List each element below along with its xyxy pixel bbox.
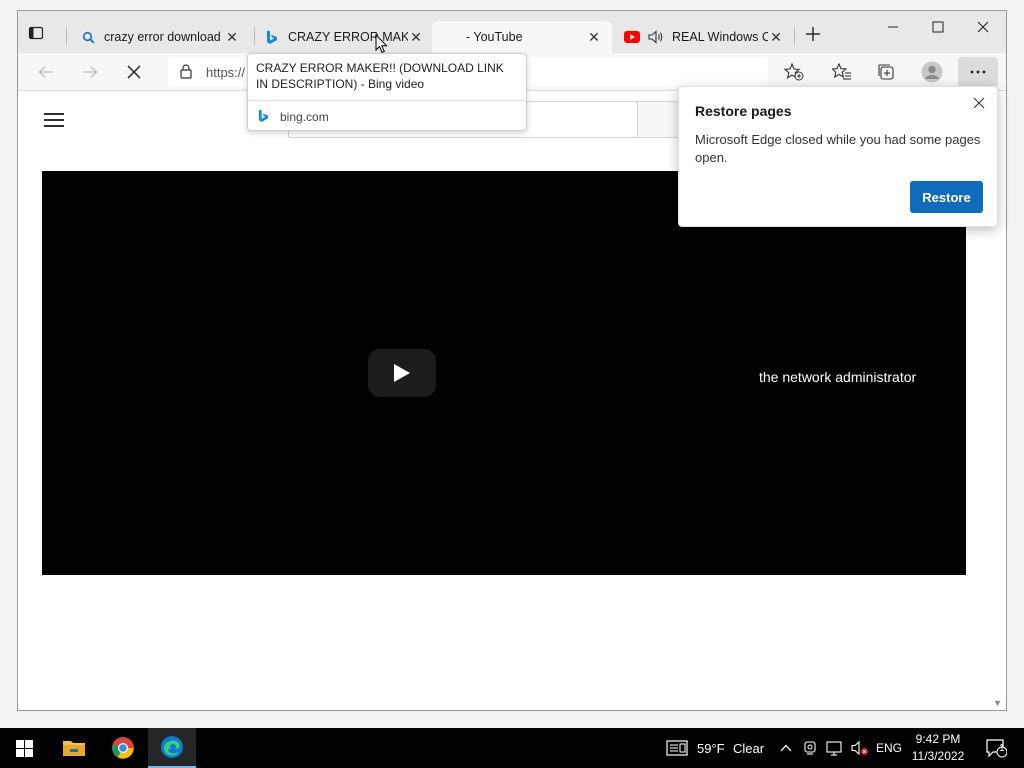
stop-loading-icon[interactable] (120, 60, 148, 84)
speaker-icon[interactable] (648, 29, 664, 45)
tab-bar: crazy error download ✕ CRAZY ERROR MAKER… (18, 11, 1006, 53)
video-player[interactable]: the network administrator (42, 171, 966, 575)
chrome-icon[interactable] (99, 728, 147, 768)
close-tab-icon[interactable]: ✕ (224, 29, 240, 45)
tab-actions-icon[interactable] (28, 25, 44, 41)
clock-time: 9:42 PM (915, 732, 961, 746)
settings-more-icon[interactable] (958, 57, 998, 87)
notification-center-icon[interactable]: 1 (976, 728, 1016, 768)
tab-separator (794, 27, 795, 45)
maximize-icon[interactable] (920, 15, 956, 39)
chevron-up-icon[interactable] (776, 728, 796, 768)
menu-hamburger-icon[interactable] (44, 113, 64, 127)
tab-separator (66, 27, 67, 45)
windows-taskbar: 59°F Clear ENG 9:42 PM 11/3/2022 1 (0, 728, 1024, 768)
bing-icon (258, 109, 272, 123)
restore-dialog-message: Microsoft Edge closed while you had some… (695, 132, 981, 165)
language-indicator[interactable]: ENG (876, 741, 902, 755)
volume-muted-icon[interactable] (849, 728, 871, 768)
tab-title: - YouTube (466, 30, 523, 44)
desktop-background (0, 0, 1024, 10)
player-error-message: the network administrator (759, 369, 917, 385)
search-icon (80, 29, 96, 45)
new-tab-icon[interactable] (804, 25, 822, 43)
file-explorer-icon[interactable] (50, 728, 98, 768)
restore-dialog-title: Restore pages (695, 103, 792, 119)
tab-search[interactable]: crazy error download ✕ (70, 21, 250, 53)
tab-youtube-active[interactable]: - YouTube ✕ (432, 21, 612, 53)
address-url: https:// (206, 65, 246, 80)
weather-temperature[interactable]: 59°F (697, 741, 725, 756)
back-icon[interactable] (32, 60, 60, 84)
close-dialog-icon[interactable] (969, 93, 989, 113)
hover-card-site: bing.com (280, 110, 329, 124)
tab-youtube-playing[interactable]: REAL Windows Crash ✕ (614, 21, 794, 53)
play-button-icon[interactable] (368, 349, 436, 397)
blank-favicon (442, 29, 458, 45)
desktop-background-left (0, 0, 17, 728)
tab-hover-card: CRAZY ERROR MAKER!! (DOWNLOAD LINK IN DE… (247, 53, 527, 131)
close-tab-icon[interactable]: ✕ (408, 29, 424, 45)
notification-count: 1 (999, 743, 1005, 754)
hover-card-divider (248, 100, 526, 101)
desktop-background-bottom (0, 711, 1024, 728)
tab-title: CRAZY ERROR MAKER!! (DOWNLOAD LINK IN DE… (288, 30, 408, 44)
mouse-cursor-icon (375, 33, 388, 57)
clock-date: 11/3/2022 (911, 749, 965, 763)
weather-description[interactable]: Clear (733, 741, 764, 756)
bing-icon (264, 29, 280, 45)
minimize-icon[interactable] (875, 15, 911, 39)
taskbar-clock[interactable]: 9:42 PM 11/3/2022 (908, 731, 968, 765)
desktop-background-right (1006, 0, 1024, 728)
restore-pages-dialog: Restore pages Microsoft Edge closed whil… (678, 86, 998, 227)
scroll-down-arrow-icon[interactable]: ▼ (993, 698, 1002, 708)
tab-bing-video[interactable]: CRAZY ERROR MAKER!! (DOWNLOAD LINK IN DE… (254, 21, 434, 53)
collections-icon[interactable] (872, 60, 900, 84)
close-tab-icon[interactable]: ✕ (768, 29, 784, 45)
network-icon[interactable] (824, 728, 846, 768)
restore-button[interactable]: Restore (910, 181, 983, 213)
add-favorite-icon[interactable] (780, 60, 808, 84)
tab-title: REAL Windows Crash (672, 30, 768, 44)
close-tab-icon[interactable]: ✕ (586, 29, 602, 45)
hover-card-title: CRAZY ERROR MAKER!! (DOWNLOAD LINK IN DE… (256, 61, 504, 91)
forward-icon[interactable] (76, 60, 104, 84)
tray-device-icon[interactable] (800, 728, 820, 768)
weather-icon[interactable] (662, 728, 692, 768)
tab-title: crazy error download (104, 30, 221, 44)
close-window-icon[interactable] (965, 15, 1001, 39)
edge-icon[interactable] (148, 728, 196, 768)
youtube-icon (624, 29, 640, 45)
windows-start-icon[interactable] (0, 728, 48, 768)
lock-icon[interactable] (180, 64, 192, 82)
favorites-icon[interactable] (828, 60, 856, 84)
profile-avatar-icon[interactable] (918, 60, 946, 84)
